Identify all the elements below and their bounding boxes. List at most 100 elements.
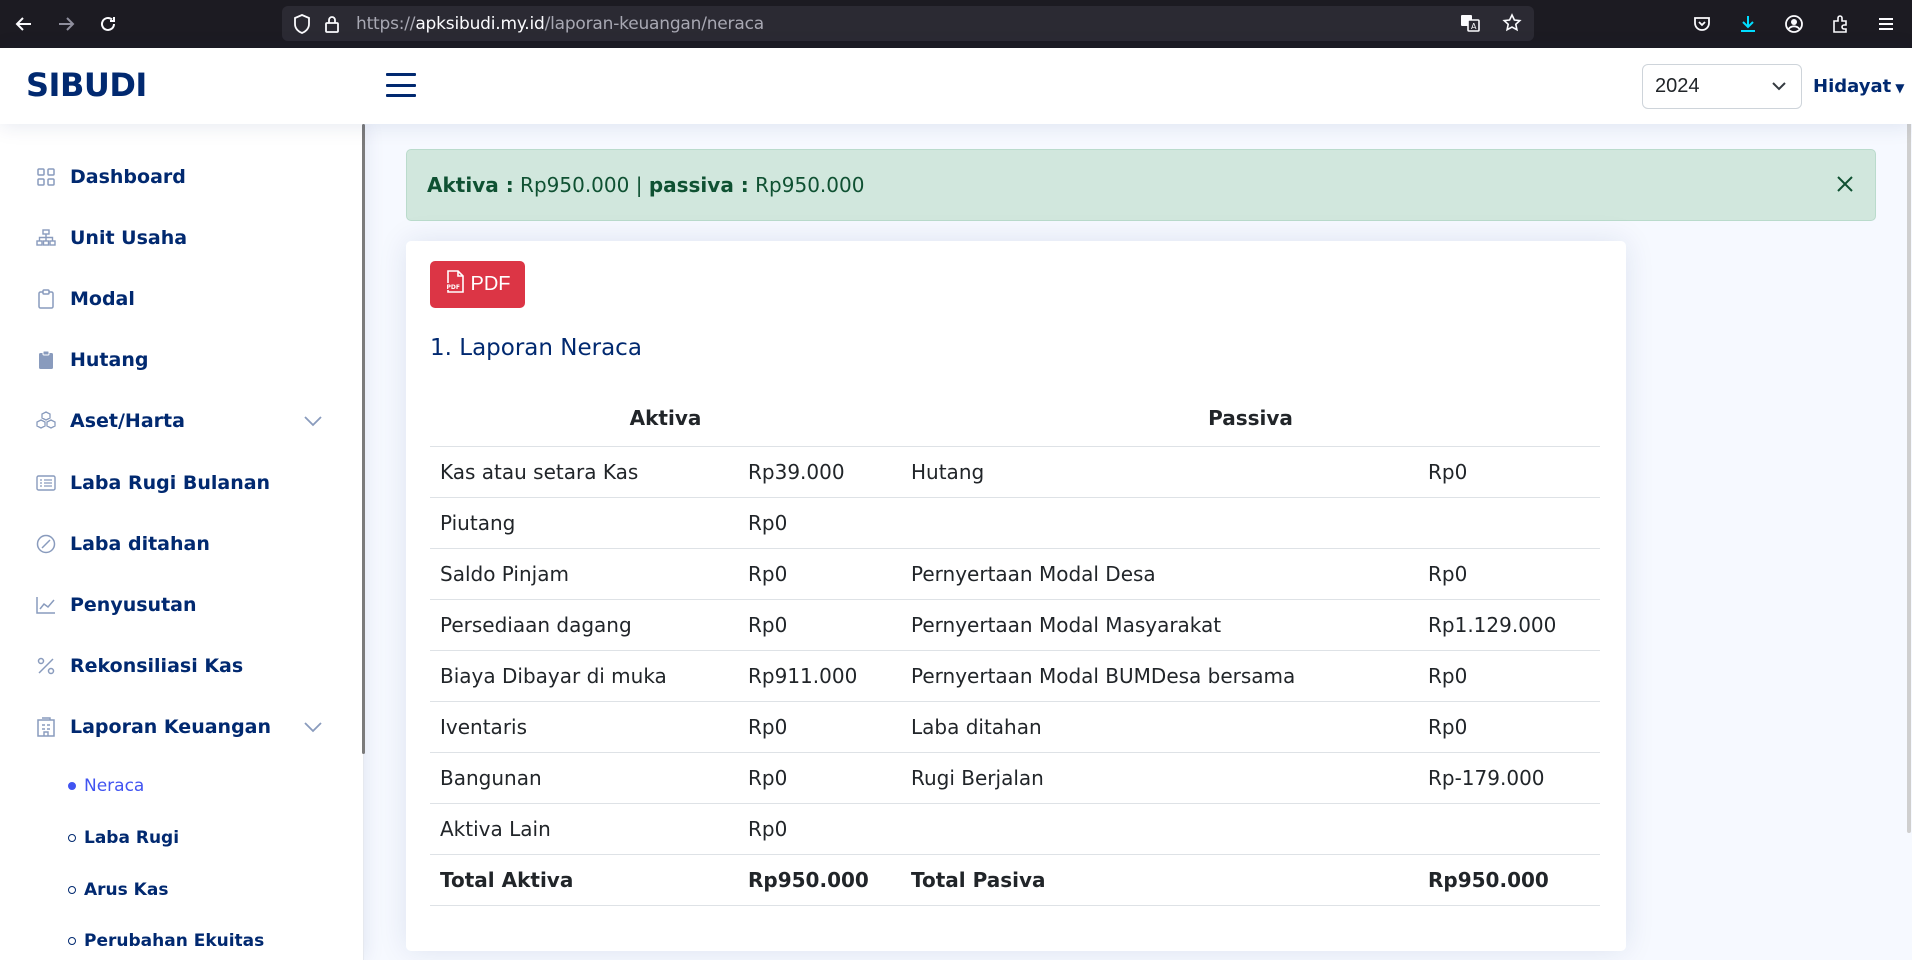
table-row: Biaya Dibayar di muka Rp911.000 Pernyertaa…: [430, 650, 1600, 702]
page-scrollbar[interactable]: [1907, 48, 1911, 833]
passiva-item: [901, 803, 1418, 855]
sidebar-item-unit-usaha[interactable]: Unit Usaha: [36, 223, 187, 253]
sidebar-item-aset-harta[interactable]: Aset/Harta: [36, 406, 322, 436]
alert-aktiva-label: Aktiva :: [427, 173, 514, 197]
aktiva-item: Bangunan: [430, 752, 738, 804]
browser-toolbar: https://apksibudi.my.id/laporan-keuangan…: [0, 0, 1912, 48]
sidebar-item-label: Rekonsiliasi Kas: [70, 655, 244, 677]
bullet-icon: [68, 937, 76, 945]
app-logo[interactable]: SIBUDI: [26, 66, 147, 104]
year-select[interactable]: 2024: [1642, 64, 1802, 109]
lock-icon[interactable]: [322, 14, 342, 34]
reload-icon[interactable]: [90, 6, 126, 42]
close-icon[interactable]: [1835, 174, 1855, 199]
passiva-value: Rp950.000: [1418, 854, 1600, 906]
aktiva-item: Biaya Dibayar di muka: [430, 650, 738, 702]
extensions-icon[interactable]: [1822, 6, 1858, 42]
bullet-icon: [68, 886, 76, 894]
passiva-item: [901, 497, 1418, 549]
clipboard-filled-icon: [36, 350, 56, 370]
aktiva-item: Piutang: [430, 497, 738, 549]
sidebar-item-label: Dashboard: [70, 166, 186, 188]
passiva-value: [1418, 497, 1600, 549]
table-row: Kas atau setara Kas Rp39.000 Hutang Rp0: [430, 446, 1600, 498]
aktiva-value: Rp0: [738, 497, 901, 549]
table-header-row: Aktiva Passiva: [430, 391, 1600, 447]
aktiva-item: Persediaan dagang: [430, 599, 738, 651]
table-row: Aktiva Lain Rp0: [430, 803, 1600, 855]
aktiva-value: Rp0: [738, 548, 901, 600]
table-row: Saldo Pinjam Rp0 Pernyertaan Modal Desa Rp0: [430, 548, 1600, 600]
bullet-icon: [68, 782, 76, 790]
address-bar[interactable]: https://apksibudi.my.id/laporan-keuangan…: [282, 6, 1534, 41]
alert-passiva-value: Rp950.000: [748, 173, 865, 197]
percent-icon: [36, 656, 56, 676]
aktiva-value: Rp911.000: [738, 650, 901, 702]
shield-icon[interactable]: [292, 13, 312, 34]
passiva-value: Rp0: [1418, 548, 1600, 600]
passiva-item: Pernyertaan Modal Masyarakat: [901, 599, 1418, 651]
app-menu-icon[interactable]: [1868, 6, 1904, 42]
toggle-sidebar-icon[interactable]: [386, 70, 416, 100]
passiva-value: Rp1.129.000: [1418, 599, 1600, 651]
file-pdf-icon: PDF: [445, 269, 465, 300]
balance-alert: Aktiva : Rp950.000 | passiva : Rp950.000: [406, 149, 1876, 221]
sidebar-item-laba-ditahan[interactable]: Laba ditahan: [36, 529, 210, 559]
sidebar-subitem-perubahan-ekuitas[interactable]: Perubahan Ekuitas: [68, 927, 264, 955]
chevron-down-icon: [1771, 77, 1787, 100]
sidebar-subitem-laba-rugi[interactable]: Laba Rugi: [68, 824, 179, 852]
pdf-button[interactable]: PDF PDF: [430, 261, 525, 308]
sidebar-subitem-arus-kas[interactable]: Arus Kas: [68, 876, 168, 904]
sidebar-item-penyusutan[interactable]: Penyusutan: [36, 590, 197, 620]
sidebar-item-label: Modal: [70, 288, 135, 310]
sidebar-scrollbar[interactable]: [362, 124, 365, 754]
sidebar-subitem-label: Perubahan Ekuitas: [84, 931, 265, 951]
sidebar-item-laba-rugi-bulanan[interactable]: Laba Rugi Bulanan: [36, 468, 270, 498]
passiva-item: Total Pasiva: [901, 854, 1418, 906]
grid-icon: [36, 167, 56, 187]
table-row: Bangunan Rp0 Rugi Berjalan Rp-179.000: [430, 752, 1600, 804]
sidebar-item-label: Aset/Harta: [70, 410, 185, 432]
pocket-icon[interactable]: [1684, 6, 1720, 42]
sidebar-subitem-neraca[interactable]: Neraca: [68, 772, 144, 800]
aktiva-value: Rp950.000: [738, 854, 901, 906]
bookmark-star-icon[interactable]: [1502, 13, 1522, 38]
user-dropdown[interactable]: Hidayat ▼: [1813, 76, 1904, 97]
column-header-passiva: Passiva: [901, 391, 1600, 447]
forward-icon[interactable]: [48, 6, 84, 42]
aktiva-value: Rp0: [738, 599, 901, 651]
aktiva-value: Rp39.000: [738, 446, 901, 498]
passiva-value: Rp0: [1418, 701, 1600, 753]
aktiva-item: Aktiva Lain: [430, 803, 738, 855]
sidebar-item-dashboard[interactable]: Dashboard: [36, 162, 186, 192]
year-select-value: 2024: [1655, 75, 1700, 97]
sidebar-subitem-label: Laba Rugi: [84, 828, 180, 848]
back-icon[interactable]: [6, 6, 42, 42]
url-text[interactable]: https://apksibudi.my.id/laporan-keuangan…: [356, 14, 764, 34]
alert-passiva-label: passiva :: [648, 173, 749, 197]
slash-circle-icon: [36, 534, 56, 554]
caret-down-icon: ▼: [1895, 81, 1905, 95]
passiva-value: Rp-179.000: [1418, 752, 1600, 804]
sidebar-item-rekonsiliasi-kas[interactable]: Rekonsiliasi Kas: [36, 651, 243, 681]
card-title: 1. Laporan Neraca: [430, 335, 642, 361]
svg-text:A: A: [1471, 22, 1477, 31]
sidebar-subitem-label: Arus Kas: [84, 880, 169, 900]
graph-icon: [36, 595, 56, 615]
table-body: Kas atau setara Kas Rp39.000 Hutang Rp0 Piut…: [430, 446, 1600, 906]
account-icon[interactable]: [1776, 6, 1812, 42]
download-icon[interactable]: [1730, 6, 1766, 42]
alert-aktiva-value: Rp950.000 |: [513, 173, 649, 197]
url-scheme: https://: [356, 13, 416, 34]
sidebar-item-label: Penyusutan: [70, 594, 197, 616]
passiva-value: Rp0: [1418, 650, 1600, 702]
table-row: Persediaan dagang Rp0 Pernyertaan Modal Ma…: [430, 599, 1600, 651]
translate-icon[interactable]: A: [1460, 13, 1480, 38]
sidebar-item-label: Laporan Keuangan: [70, 716, 272, 738]
sidebar-item-modal[interactable]: Modal: [36, 284, 135, 314]
aktiva-value: Rp0: [738, 701, 901, 753]
diagram-icon: [36, 228, 56, 248]
sidebar-item-laporan-keuangan[interactable]: Laporan Keuangan: [36, 712, 322, 742]
boxes-icon: [36, 411, 56, 431]
sidebar-item-hutang[interactable]: Hutang: [36, 345, 148, 375]
